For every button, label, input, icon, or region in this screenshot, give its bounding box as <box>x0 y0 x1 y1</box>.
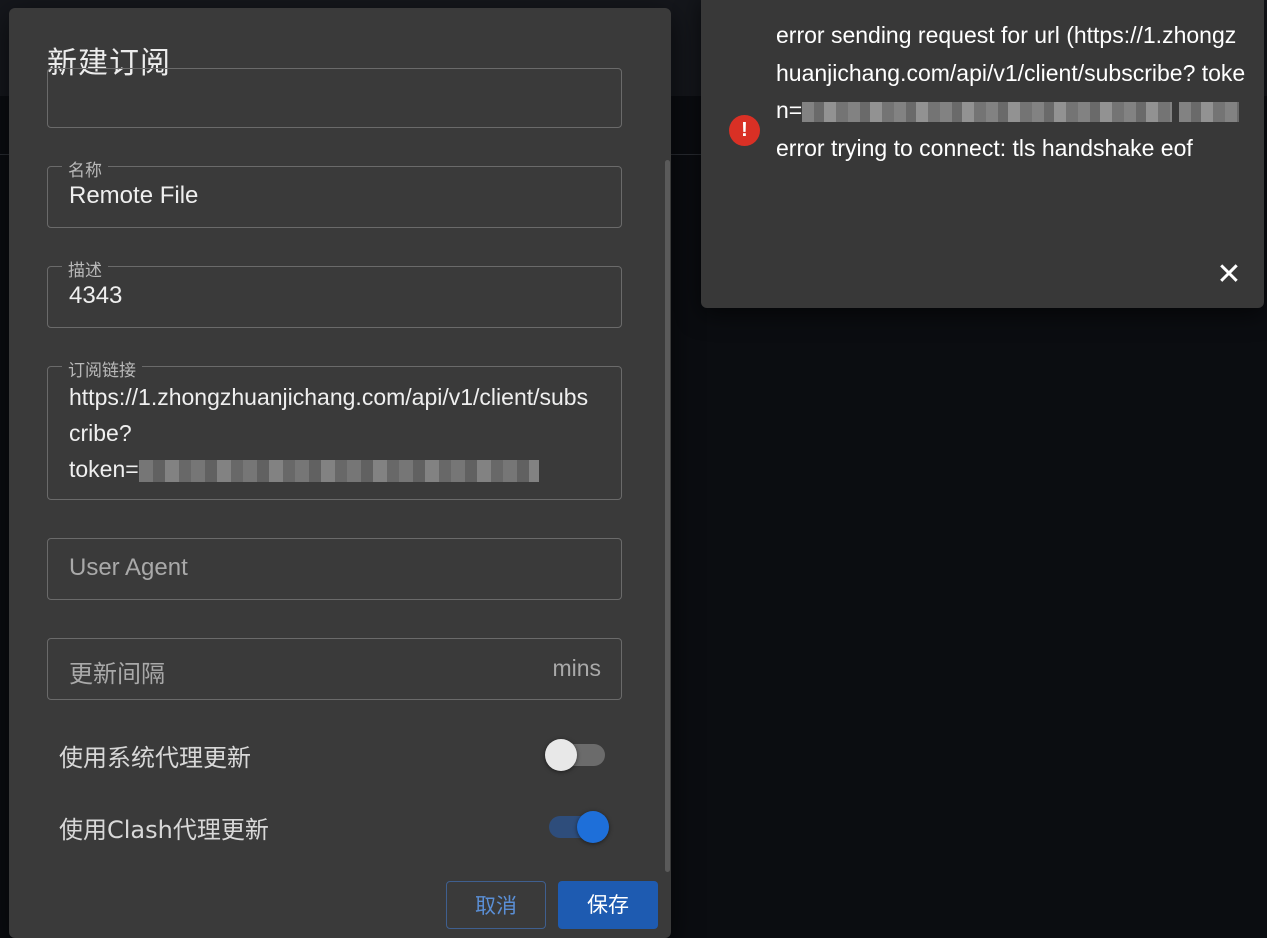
update-interval-unit: mins <box>552 655 601 681</box>
system-proxy-switch-label: 使用系统代理更新 <box>59 744 251 772</box>
cancel-button[interactable]: 取消 <box>446 881 546 929</box>
subscription-url-field[interactable]: 订阅链接 https://1.zhongzhuanjichang.com/api… <box>47 356 622 500</box>
description-field[interactable]: 描述 4343 <box>47 256 622 328</box>
clash-proxy-switch-label: 使用Clash代理更新 <box>59 816 269 844</box>
system-proxy-switch-row: 使用系统代理更新 <box>59 734 619 774</box>
update-interval-field[interactable]: 更新间隔 mins <box>47 638 622 700</box>
subscription-url-field-label: 订阅链接 <box>62 356 142 381</box>
close-icon[interactable]: ✕ <box>1216 260 1242 290</box>
user-agent-field[interactable]: User Agent <box>47 538 622 600</box>
error-icon: ! <box>729 115 760 146</box>
error-message-line1: error sending request for url (https://1… <box>776 22 1237 86</box>
new-subscription-dialog: 新建订阅 名称 Remote File 描述 4343 订阅链接 https:/… <box>9 8 671 938</box>
dialog-scrollbar[interactable] <box>663 104 671 884</box>
dialog-scrollbar-thumb[interactable] <box>665 160 670 872</box>
save-button[interactable]: 保存 <box>558 881 658 929</box>
description-field-label: 描述 <box>62 256 108 281</box>
clash-proxy-switch[interactable] <box>549 811 609 843</box>
description-field-value: 4343 <box>69 282 123 309</box>
type-field-partial[interactable] <box>47 68 622 128</box>
clash-proxy-switch-thumb[interactable] <box>577 811 609 843</box>
clash-proxy-switch-row: 使用Clash代理更新 <box>59 806 619 846</box>
redacted-token <box>138 459 539 482</box>
system-proxy-switch[interactable] <box>545 739 605 771</box>
name-field-value: Remote File <box>69 182 199 209</box>
name-field[interactable]: 名称 Remote File <box>47 156 622 228</box>
name-field-label: 名称 <box>62 156 108 181</box>
update-interval-placeholder: 更新间隔 <box>69 661 165 688</box>
system-proxy-switch-thumb[interactable] <box>545 739 577 771</box>
user-agent-placeholder: User Agent <box>69 554 188 581</box>
error-toast: ! error sending request for url (https:/… <box>701 0 1264 308</box>
redacted-token-end <box>1178 101 1239 122</box>
subscription-url-text: https://1.zhongzhuanjichang.com/api/v1/c… <box>69 384 589 446</box>
redacted-token <box>802 101 1173 122</box>
subscription-url-value: https://1.zhongzhuanjichang.com/api/v1/c… <box>69 379 599 487</box>
subscription-url-token-prefix: token= <box>69 456 139 482</box>
error-message-tail: error trying to connect: tls handshake e… <box>776 134 1193 161</box>
error-message: error sending request for url (https://1… <box>776 17 1246 167</box>
